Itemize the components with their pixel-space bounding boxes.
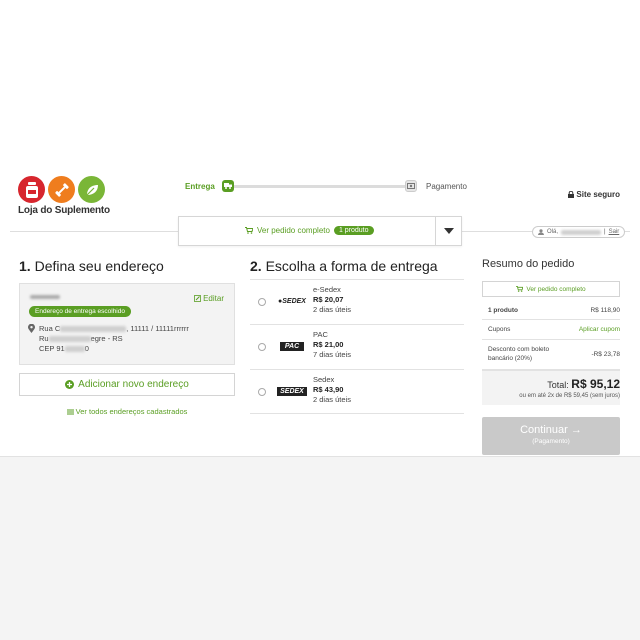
plus-circle-icon: [65, 380, 75, 389]
shipping-radio[interactable]: [258, 343, 266, 351]
add-address-button[interactable]: Adicionar novo endereço: [19, 373, 235, 396]
summary-items-row: 1 produto R$ 118,90: [482, 300, 620, 320]
installments-text: ou em até 2x de R$ 59,45 (sem juros): [519, 393, 620, 399]
secure-site-label: Site seguro: [576, 190, 620, 199]
address-district: Ru: [39, 334, 49, 343]
shipping-price: R$ 20,07: [313, 295, 344, 304]
address-zip: CEP 91: [39, 344, 65, 353]
list-icon: [66, 409, 74, 415]
address-city: egre - RS: [90, 334, 123, 343]
dumbbell-icon: [48, 176, 75, 203]
shipping-radio[interactable]: [258, 388, 266, 396]
location-pin-icon: [28, 324, 35, 333]
user-greeting: Olá,: [547, 229, 559, 235]
checkout-progress: Entrega Pagamento: [185, 180, 475, 194]
discount-label: Desconto com boleto bancário (20%): [488, 346, 550, 362]
shipping-name: e-Sedex: [313, 285, 341, 294]
lock-icon: [568, 190, 575, 198]
edit-label: Editar: [203, 294, 224, 303]
shipping-price: R$ 43,90: [313, 385, 344, 394]
user-menu[interactable]: Olá, | Sair: [532, 226, 626, 238]
address-zip-end: 0: [84, 344, 89, 353]
shipping-options: ●SEDEX e-Sedex R$ 20,07 2 dias úteis PAC…: [250, 279, 464, 414]
address-text: Rua C , 11111 / 11111rrrrrr Ru egre - RS C…: [39, 324, 189, 354]
step-entrega-label: Entrega: [185, 182, 215, 191]
chosen-address-badge: Endereço de entrega escolhido: [29, 306, 131, 317]
total-label: Total:: [547, 380, 569, 390]
continue-sub-label: (Pagamento): [532, 438, 570, 445]
address-heading: 1. Defina seu endereço: [19, 258, 164, 274]
step-pagamento-label: Pagamento: [426, 182, 467, 191]
selected-address-card[interactable]: Editar Endereço de entrega escolhido Rua…: [19, 283, 235, 365]
esedex-logo: ●SEDEX: [278, 297, 306, 305]
store-logo[interactable]: Loja do Suplemento: [18, 176, 110, 216]
page-footer-area: [0, 456, 640, 640]
progress-track: [229, 185, 405, 188]
continue-button[interactable]: Continuar → (Pagamento): [482, 417, 620, 455]
address-heading-text: Defina seu endereço: [34, 258, 164, 274]
sedex-logo: SEDEX: [277, 384, 307, 398]
order-summary: Resumo do pedido Ver pedido completo 1 p…: [482, 258, 620, 455]
shipping-time: 2 dias úteis: [313, 395, 351, 404]
shipping-name: Sedex: [313, 375, 335, 384]
address-heading-number: 1.: [19, 258, 31, 274]
add-address-label: Adicionar novo endereço: [78, 379, 189, 390]
see-all-addresses-link[interactable]: Ver todos endereços cadastrados: [19, 407, 235, 416]
shipping-option-esedex[interactable]: ●SEDEX e-Sedex R$ 20,07 2 dias úteis: [250, 279, 464, 324]
payment-icon: [405, 180, 417, 192]
total-value: R$ 95,12: [571, 377, 620, 391]
secure-site: Site seguro: [568, 190, 620, 199]
supplement-jar-icon: [18, 176, 45, 203]
shipping-heading: 2. Escolha a forma de entrega: [250, 258, 438, 274]
cart-icon: [245, 227, 253, 234]
summary-coupons-row: Cupons Aplicar cupom: [482, 320, 620, 340]
order-dropdown-toggle[interactable]: [435, 217, 461, 245]
shipping-radio[interactable]: [258, 298, 266, 306]
order-summary-bar: Ver pedido completo 1 produto: [178, 216, 462, 246]
view-order-link[interactable]: Ver pedido completo 1 produto: [245, 226, 374, 235]
view-order-label: Ver pedido completo: [257, 226, 330, 235]
user-icon: [538, 229, 544, 235]
summary-view-order-label: Ver pedido completo: [526, 285, 586, 293]
logout-link[interactable]: Sair: [609, 229, 620, 235]
pac-logo: PAC: [277, 339, 307, 353]
product-count-badge: 1 produto: [333, 226, 374, 235]
summary-title: Resumo do pedido: [482, 258, 575, 270]
leaf-icon: [78, 176, 105, 203]
coupons-label: Cupons: [488, 326, 511, 333]
continue-label: Continuar →: [520, 424, 582, 436]
store-name: Loja do Suplemento: [18, 205, 110, 216]
shipping-time: 2 dias úteis: [313, 305, 351, 314]
shipping-time: 7 dias úteis: [313, 350, 351, 359]
caret-down-icon: [443, 228, 454, 234]
discount-value: -R$ 23,78: [591, 351, 620, 358]
redacted-district: [48, 336, 91, 343]
shipping-name: PAC: [313, 330, 328, 339]
see-all-label: Ver todos endereços cadastrados: [75, 407, 188, 416]
apply-coupon-link[interactable]: Aplicar cupom: [579, 326, 620, 333]
shipping-heading-text: Escolha a forma de entrega: [265, 258, 438, 274]
truck-icon: [222, 180, 234, 192]
redacted-street: [60, 326, 127, 333]
shipping-option-sedex[interactable]: SEDEX Sedex R$ 43,90 2 dias úteis: [250, 369, 464, 414]
shipping-heading-number: 2.: [250, 258, 262, 274]
address-number: , 11111 / 11111rrrrrr: [126, 324, 189, 333]
items-value: R$ 118,90: [590, 307, 620, 314]
edit-address-link[interactable]: Editar: [194, 294, 224, 303]
address-street: Rua C: [39, 324, 61, 333]
shipping-option-pac[interactable]: PAC PAC R$ 21,00 7 dias úteis: [250, 324, 464, 369]
redacted-username: [561, 229, 602, 235]
cart-icon: [516, 286, 524, 292]
summary-view-order-button[interactable]: Ver pedido completo: [482, 281, 620, 297]
total-box: Total: R$ 95,12 ou em até 2x de R$ 59,45…: [482, 370, 620, 405]
edit-icon: [194, 295, 201, 302]
shipping-price: R$ 21,00: [313, 340, 344, 349]
redacted-address-name: [30, 295, 60, 299]
summary-discount-row: Desconto com boleto bancário (20%) -R$ 2…: [482, 340, 620, 370]
items-label: 1 produto: [488, 307, 518, 314]
redacted-zip: [64, 346, 85, 353]
